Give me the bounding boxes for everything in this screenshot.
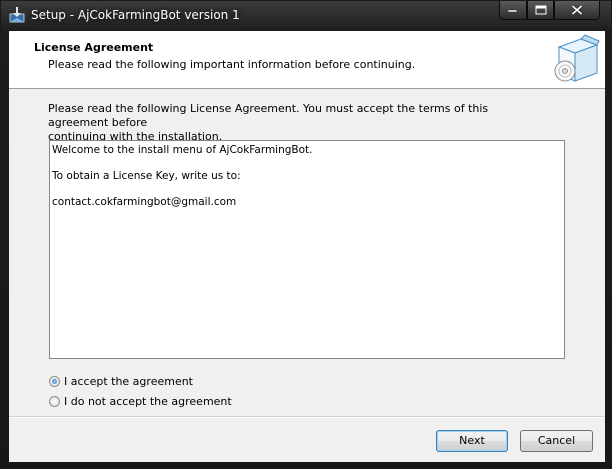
accept-option[interactable]: I accept the agreement — [49, 373, 193, 389]
software-box-icon — [554, 34, 600, 82]
license-line: To obtain a License Key, write us to: — [52, 170, 241, 182]
license-text-area[interactable]: Welcome to the install menu of AjCokFarm… — [49, 140, 565, 359]
maximize-icon — [535, 5, 546, 15]
page-subtitle: Please read the following important info… — [48, 58, 416, 71]
maximize-button[interactable] — [527, 1, 554, 20]
decline-radio[interactable] — [49, 395, 60, 407]
wizard-header: License Agreement Please read the follow… — [9, 31, 605, 89]
minimize-button[interactable] — [499, 1, 527, 20]
page-title: License Agreement — [34, 41, 154, 54]
close-button[interactable] — [554, 1, 600, 20]
accept-radio[interactable] — [49, 375, 60, 387]
wizard-body: License Agreement Please read the follow… — [9, 31, 605, 462]
cancel-button[interactable]: Cancel — [520, 430, 593, 452]
license-line — [52, 157, 562, 170]
installer-icon — [9, 7, 25, 23]
footer-divider — [9, 416, 605, 418]
setup-window: Setup - AjCokFarmingBot version 1 Licens… — [0, 0, 612, 469]
next-button[interactable]: Next — [436, 430, 508, 452]
title-bar[interactable]: Setup - AjCokFarmingBot version 1 — [1, 1, 611, 31]
license-line: contact.cokfarmingbot@gmail.com — [52, 196, 237, 208]
license-line: Welcome to the install menu of AjCokFarm… — [52, 144, 313, 156]
license-line — [52, 183, 562, 196]
close-icon — [571, 5, 583, 15]
instructions-line-1: Please read the following License Agreem… — [48, 102, 489, 129]
window-title: Setup - AjCokFarmingBot version 1 — [31, 8, 240, 22]
decline-option[interactable]: I do not accept the agreement — [49, 393, 232, 409]
instructions-text: Please read the following License Agreem… — [48, 102, 548, 144]
minimize-icon — [508, 9, 518, 13]
decline-label: I do not accept the agreement — [64, 394, 232, 408]
accept-label: I accept the agreement — [64, 374, 193, 388]
